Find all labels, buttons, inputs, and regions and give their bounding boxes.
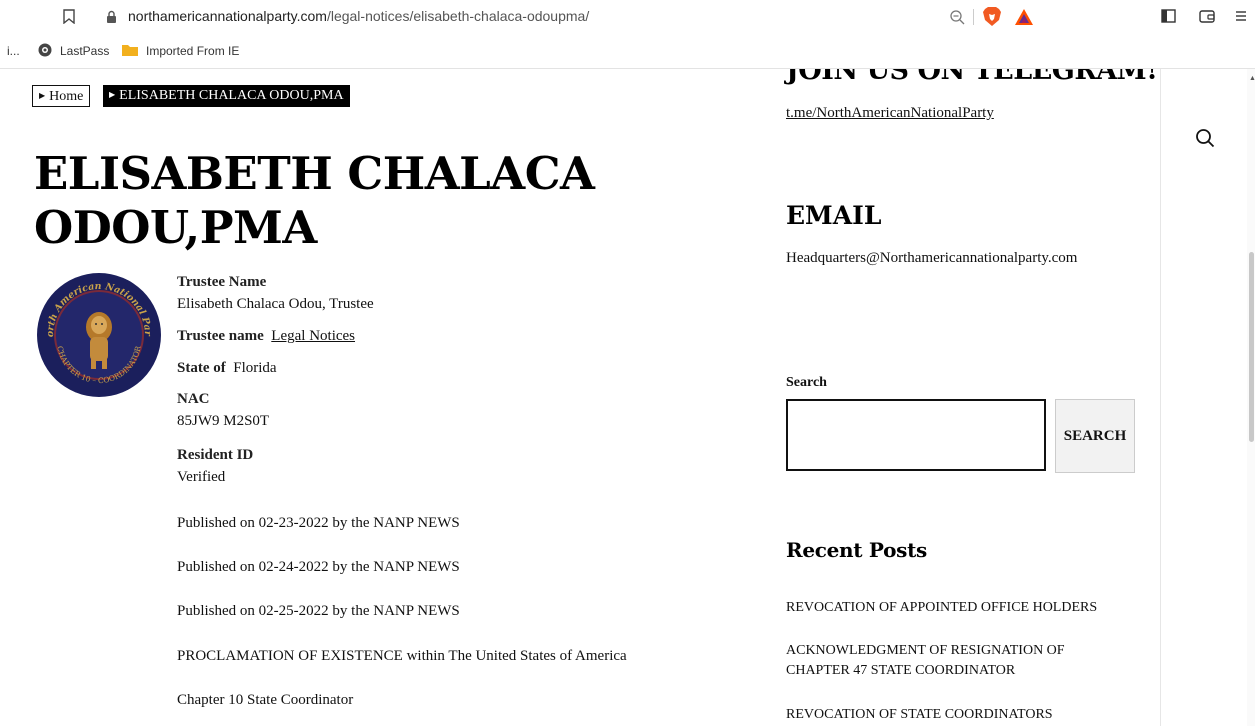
- caret-right-icon: ▶: [39, 91, 46, 100]
- search-icon[interactable]: [1195, 128, 1215, 148]
- telegram-heading: JOIN US ON TELEGRAM!: [786, 69, 1158, 86]
- nac-value: 85JW9 M2S0T: [177, 413, 270, 429]
- breadcrumb-home-label: Home: [49, 89, 84, 104]
- trustee-name2-row: Trustee name Legal Notices: [177, 325, 355, 347]
- email-address: Headquarters@Northamericannationalparty.…: [786, 250, 1078, 266]
- sidebar-toggle-icon[interactable]: [1161, 9, 1176, 23]
- telegram-link[interactable]: t.me/NorthAmericanNationalParty: [786, 105, 994, 122]
- state-value: Florida: [233, 360, 277, 376]
- state-label: State of: [177, 360, 226, 376]
- bookmark-imported-from-ie[interactable]: Imported From IE: [146, 44, 239, 58]
- search-label: Search: [786, 375, 827, 390]
- url-path: /legal-notices/elisabeth-chalaca-odoupma…: [326, 8, 590, 24]
- published-line-3: Published on 02-25-2022 by the NANP NEWS: [177, 603, 460, 619]
- folder-icon: [122, 45, 138, 56]
- bookmark-icon[interactable]: [63, 9, 75, 24]
- page-title-line-1: ELISABETH CHALACA: [34, 147, 595, 200]
- bookmark-lastpass[interactable]: LastPass: [60, 44, 109, 58]
- url-field[interactable]: northamericannationalparty.com/legal-not…: [128, 8, 589, 24]
- menu-icon[interactable]: [1235, 9, 1247, 23]
- sidebar-divider: [1160, 69, 1161, 726]
- search-input[interactable]: [786, 399, 1046, 471]
- nac-block: NAC 85JW9 M2S0T: [177, 388, 269, 432]
- url-domain: northamericannationalparty.com: [128, 8, 327, 24]
- published-line-1: Published on 02-23-2022 by the NANP NEWS: [177, 515, 460, 531]
- page-title-line-2: ODOU,PMA: [34, 201, 317, 254]
- breadcrumb-current: ▶ ELISABETH CHALACA ODOU,PMA: [103, 85, 350, 107]
- breadcrumb-home[interactable]: ▶ Home: [32, 85, 91, 107]
- party-logo: North American National Party CHAPTER 10…: [35, 271, 161, 397]
- resident-label: Resident ID: [177, 447, 254, 463]
- brave-icon[interactable]: [982, 6, 1002, 28]
- page-content: ▶ Home ▶ ELISABETH CHALACA ODOU,PMA ELISAB…: [0, 69, 1255, 726]
- recent-posts-heading: Recent Posts: [786, 538, 927, 562]
- lastpass-icon: [38, 43, 52, 57]
- breadcrumb-current-label: ELISABETH CHALACA ODOU,PMA: [119, 88, 344, 103]
- browser-chrome: northamericannationalparty.com/legal-not…: [0, 0, 1255, 69]
- state-row: State of Florida: [177, 357, 277, 379]
- resident-value: Verified: [177, 469, 226, 485]
- scroll-up-arrow-icon[interactable]: ▲: [1249, 74, 1255, 82]
- bookmark-overflow[interactable]: i...: [7, 44, 20, 58]
- search-button[interactable]: SEARCH: [1055, 399, 1135, 473]
- trustee-name-block: Trustee Name Elisabeth Chalaca Odou, Tru…: [177, 271, 374, 315]
- lock-icon[interactable]: [106, 10, 117, 24]
- caret-right-icon: ▶: [109, 90, 116, 99]
- recent-post-link[interactable]: ACKNOWLEDGMENT OF RESIGNATION OF CHAPTER…: [786, 641, 1116, 681]
- address-bar: northamericannationalparty.com/legal-not…: [0, 0, 1255, 36]
- bookmarks-bar: i... LastPass Imported From IE: [0, 38, 1255, 64]
- trustee-name2-label: Trustee name: [177, 328, 264, 344]
- zoom-icon[interactable]: [949, 9, 965, 25]
- recent-post-link[interactable]: REVOCATION OF STATE COORDINATORS: [786, 705, 1116, 725]
- email-heading: EMAIL: [786, 201, 882, 230]
- page-title: ELISABETH CHALACA ODOU,PMA: [34, 147, 734, 255]
- nac-label: NAC: [177, 391, 210, 407]
- scrollbar-thumb[interactable]: [1249, 252, 1254, 442]
- recent-post-link[interactable]: REVOCATION OF APPOINTED OFFICE HOLDERS: [786, 598, 1116, 618]
- wallet-icon[interactable]: [1199, 9, 1215, 23]
- bat-icon[interactable]: [1014, 8, 1034, 26]
- chapter-line: Chapter 10 State Coordinator: [177, 692, 354, 708]
- trustee-name-value: Elisabeth Chalaca Odou, Trustee: [177, 296, 374, 312]
- resident-block: Resident ID Verified: [177, 444, 253, 488]
- published-line-2: Published on 02-24-2022 by the NANP NEWS: [177, 559, 460, 575]
- toolbar-divider: [973, 9, 974, 25]
- proclamation-line: PROCLAMATION OF EXISTENCE within The Uni…: [177, 648, 627, 664]
- legal-notices-link[interactable]: Legal Notices: [271, 328, 355, 344]
- trustee-name-label: Trustee Name: [177, 274, 267, 290]
